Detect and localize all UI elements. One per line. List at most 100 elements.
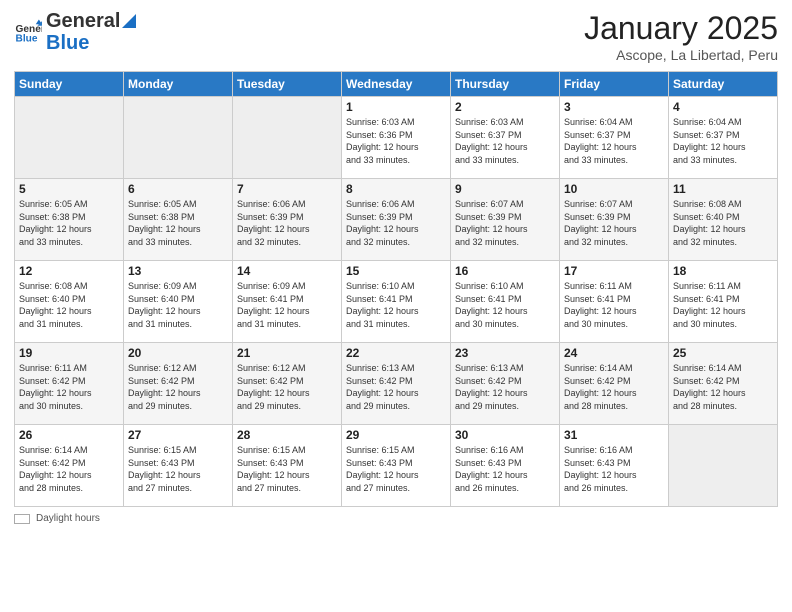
calendar-cell: 3Sunrise: 6:04 AM Sunset: 6:37 PM Daylig… — [560, 97, 669, 179]
day-number: 5 — [19, 182, 119, 196]
day-number: 8 — [346, 182, 446, 196]
calendar-cell: 19 Sunrise: 6:11 AM Sunset: 6:42 PM Dayli… — [15, 343, 124, 425]
day-number: 22 — [346, 346, 446, 360]
calendar-cell — [15, 97, 124, 179]
col-monday: Monday — [124, 72, 233, 97]
day-info: Sunrise: 6:14 AM Sunset: 6:42 PM Dayligh… — [564, 362, 664, 412]
day-number: 10 — [564, 182, 664, 196]
calendar-cell: 11 Sunrise: 6:08 AM Sunset: 6:40 PM Dayli… — [669, 179, 778, 261]
calendar-cell — [124, 97, 233, 179]
day-number: 14 — [237, 264, 337, 278]
day-info: Sunrise: 6:13 AM Sunset: 6:42 PM Dayligh… — [455, 362, 555, 412]
calendar-cell: 29 Sunrise: 6:15 AM Sunset: 6:43 PM Dayli… — [342, 425, 451, 507]
day-info: Sunrise: 6:16 AM Sunset: 6:43 PM Dayligh… — [564, 444, 664, 494]
day-number: 23 — [455, 346, 555, 360]
day-info: Sunrise: 6:07 AM Sunset: 6:39 PM Dayligh… — [455, 198, 555, 248]
day-info: Sunrise: 6:04 AM Sunset: 6:37 PM Dayligh… — [673, 116, 773, 166]
day-number: 31 — [564, 428, 664, 442]
logo-icon: General Blue — [14, 18, 42, 46]
day-info: Sunrise: 6:03 AM Sunset: 6:36 PM Dayligh… — [346, 116, 446, 166]
logo: General Blue General Blue — [14, 10, 136, 54]
day-info: Sunrise: 6:11 AM Sunset: 6:41 PM Dayligh… — [673, 280, 773, 330]
calendar-cell: 22 Sunrise: 6:13 AM Sunset: 6:42 PM Dayli… — [342, 343, 451, 425]
calendar-cell: 24Sunrise: 6:14 AM Sunset: 6:42 PM Dayli… — [560, 343, 669, 425]
calendar-cell: 20 Sunrise: 6:12 AM Sunset: 6:42 PM Dayli… — [124, 343, 233, 425]
day-info: Sunrise: 6:09 AM Sunset: 6:40 PM Dayligh… — [128, 280, 228, 330]
day-info: Sunrise: 6:12 AM Sunset: 6:42 PM Dayligh… — [237, 362, 337, 412]
header: General Blue General Blue January 2025 A — [14, 10, 778, 63]
day-info: Sunrise: 6:09 AM Sunset: 6:41 PM Dayligh… — [237, 280, 337, 330]
calendar-cell: 6 Sunrise: 6:05 AM Sunset: 6:38 PM Daylig… — [124, 179, 233, 261]
day-info: Sunrise: 6:03 AM Sunset: 6:37 PM Dayligh… — [455, 116, 555, 166]
calendar-cell: 2Sunrise: 6:03 AM Sunset: 6:37 PM Daylig… — [451, 97, 560, 179]
calendar-table: Sunday Monday Tuesday Wednesday Thursday… — [14, 71, 778, 507]
day-number: 26 — [19, 428, 119, 442]
day-info: Sunrise: 6:06 AM Sunset: 6:39 PM Dayligh… — [237, 198, 337, 248]
calendar-cell: 15 Sunrise: 6:10 AM Sunset: 6:41 PM Dayli… — [342, 261, 451, 343]
calendar-row: 26 Sunrise: 6:14 AM Sunset: 6:42 PM Dayli… — [15, 425, 778, 507]
day-info: Sunrise: 6:14 AM Sunset: 6:42 PM Dayligh… — [673, 362, 773, 412]
footer: Daylight hours — [14, 513, 778, 524]
day-number: 20 — [128, 346, 228, 360]
day-info: Sunrise: 6:07 AM Sunset: 6:39 PM Dayligh… — [564, 198, 664, 248]
day-number: 9 — [455, 182, 555, 196]
day-info: Sunrise: 6:15 AM Sunset: 6:43 PM Dayligh… — [346, 444, 446, 494]
col-saturday: Saturday — [669, 72, 778, 97]
day-info: Sunrise: 6:10 AM Sunset: 6:41 PM Dayligh… — [346, 280, 446, 330]
calendar-cell: 18 Sunrise: 6:11 AM Sunset: 6:41 PM Dayli… — [669, 261, 778, 343]
day-number: 11 — [673, 182, 773, 196]
day-number: 12 — [19, 264, 119, 278]
calendar-row: 19 Sunrise: 6:11 AM Sunset: 6:42 PM Dayli… — [15, 343, 778, 425]
day-info: Sunrise: 6:10 AM Sunset: 6:41 PM Dayligh… — [455, 280, 555, 330]
day-number: 28 — [237, 428, 337, 442]
logo-blue-text: Blue — [46, 32, 89, 54]
calendar-cell: 25 Sunrise: 6:14 AM Sunset: 6:42 PM Dayli… — [669, 343, 778, 425]
calendar-cell — [669, 425, 778, 507]
day-info: Sunrise: 6:06 AM Sunset: 6:39 PM Dayligh… — [346, 198, 446, 248]
calendar-cell: 30Sunrise: 6:16 AM Sunset: 6:43 PM Dayli… — [451, 425, 560, 507]
day-info: Sunrise: 6:13 AM Sunset: 6:42 PM Dayligh… — [346, 362, 446, 412]
calendar-cell: 8 Sunrise: 6:06 AM Sunset: 6:39 PM Daylig… — [342, 179, 451, 261]
day-info: Sunrise: 6:12 AM Sunset: 6:42 PM Dayligh… — [128, 362, 228, 412]
day-info: Sunrise: 6:16 AM Sunset: 6:43 PM Dayligh… — [455, 444, 555, 494]
daylight-box-icon — [14, 514, 30, 524]
calendar-cell: 1Sunrise: 6:03 AM Sunset: 6:36 PM Daylig… — [342, 97, 451, 179]
svg-text:Blue: Blue — [16, 33, 38, 44]
day-number: 3 — [564, 100, 664, 114]
day-info: Sunrise: 6:15 AM Sunset: 6:43 PM Dayligh… — [237, 444, 337, 494]
calendar-cell: 28 Sunrise: 6:15 AM Sunset: 6:43 PM Dayli… — [233, 425, 342, 507]
col-thursday: Thursday — [451, 72, 560, 97]
calendar-cell: 5Sunrise: 6:05 AM Sunset: 6:38 PM Daylig… — [15, 179, 124, 261]
calendar-row: 5 Sunrise: 6:05 AM Sunset: 6:38 PM Daylig… — [15, 179, 778, 261]
calendar-row: 12 Sunrise: 6:08 AM Sunset: 6:40 PM Dayli… — [15, 261, 778, 343]
day-info: Sunrise: 6:15 AM Sunset: 6:43 PM Dayligh… — [128, 444, 228, 494]
col-tuesday: Tuesday — [233, 72, 342, 97]
day-info: Sunrise: 6:08 AM Sunset: 6:40 PM Dayligh… — [673, 198, 773, 248]
day-number: 27 — [128, 428, 228, 442]
col-wednesday: Wednesday — [342, 72, 451, 97]
page: General Blue General Blue January 2025 A — [0, 0, 792, 612]
day-number: 15 — [346, 264, 446, 278]
day-info: Sunrise: 6:05 AM Sunset: 6:38 PM Dayligh… — [128, 198, 228, 248]
day-info: Sunrise: 6:11 AM Sunset: 6:42 PM Dayligh… — [19, 362, 119, 412]
day-number: 6 — [128, 182, 228, 196]
calendar-cell: 14 Sunrise: 6:09 AM Sunset: 6:41 PM Dayli… — [233, 261, 342, 343]
day-number: 19 — [19, 346, 119, 360]
calendar-cell: 17Sunrise: 6:11 AM Sunset: 6:41 PM Dayli… — [560, 261, 669, 343]
day-number: 18 — [673, 264, 773, 278]
calendar-cell: 16 Sunrise: 6:10 AM Sunset: 6:41 PM Dayli… — [451, 261, 560, 343]
day-number: 29 — [346, 428, 446, 442]
day-number: 25 — [673, 346, 773, 360]
calendar-row: 1Sunrise: 6:03 AM Sunset: 6:36 PM Daylig… — [15, 97, 778, 179]
calendar-cell: 27 Sunrise: 6:15 AM Sunset: 6:43 PM Dayli… — [124, 425, 233, 507]
calendar-cell: 4Sunrise: 6:04 AM Sunset: 6:37 PM Daylig… — [669, 97, 778, 179]
daylight-label: Daylight hours — [36, 513, 100, 524]
header-row: Sunday Monday Tuesday Wednesday Thursday… — [15, 72, 778, 97]
day-number: 16 — [455, 264, 555, 278]
day-info: Sunrise: 6:08 AM Sunset: 6:40 PM Dayligh… — [19, 280, 119, 330]
calendar-cell: 10 Sunrise: 6:07 AM Sunset: 6:39 PM Dayli… — [560, 179, 669, 261]
calendar-cell: 23 Sunrise: 6:13 AM Sunset: 6:42 PM Dayli… — [451, 343, 560, 425]
day-number: 17 — [564, 264, 664, 278]
calendar-cell: 31 Sunrise: 6:16 AM Sunset: 6:43 PM Dayli… — [560, 425, 669, 507]
day-info: Sunrise: 6:14 AM Sunset: 6:42 PM Dayligh… — [19, 444, 119, 494]
